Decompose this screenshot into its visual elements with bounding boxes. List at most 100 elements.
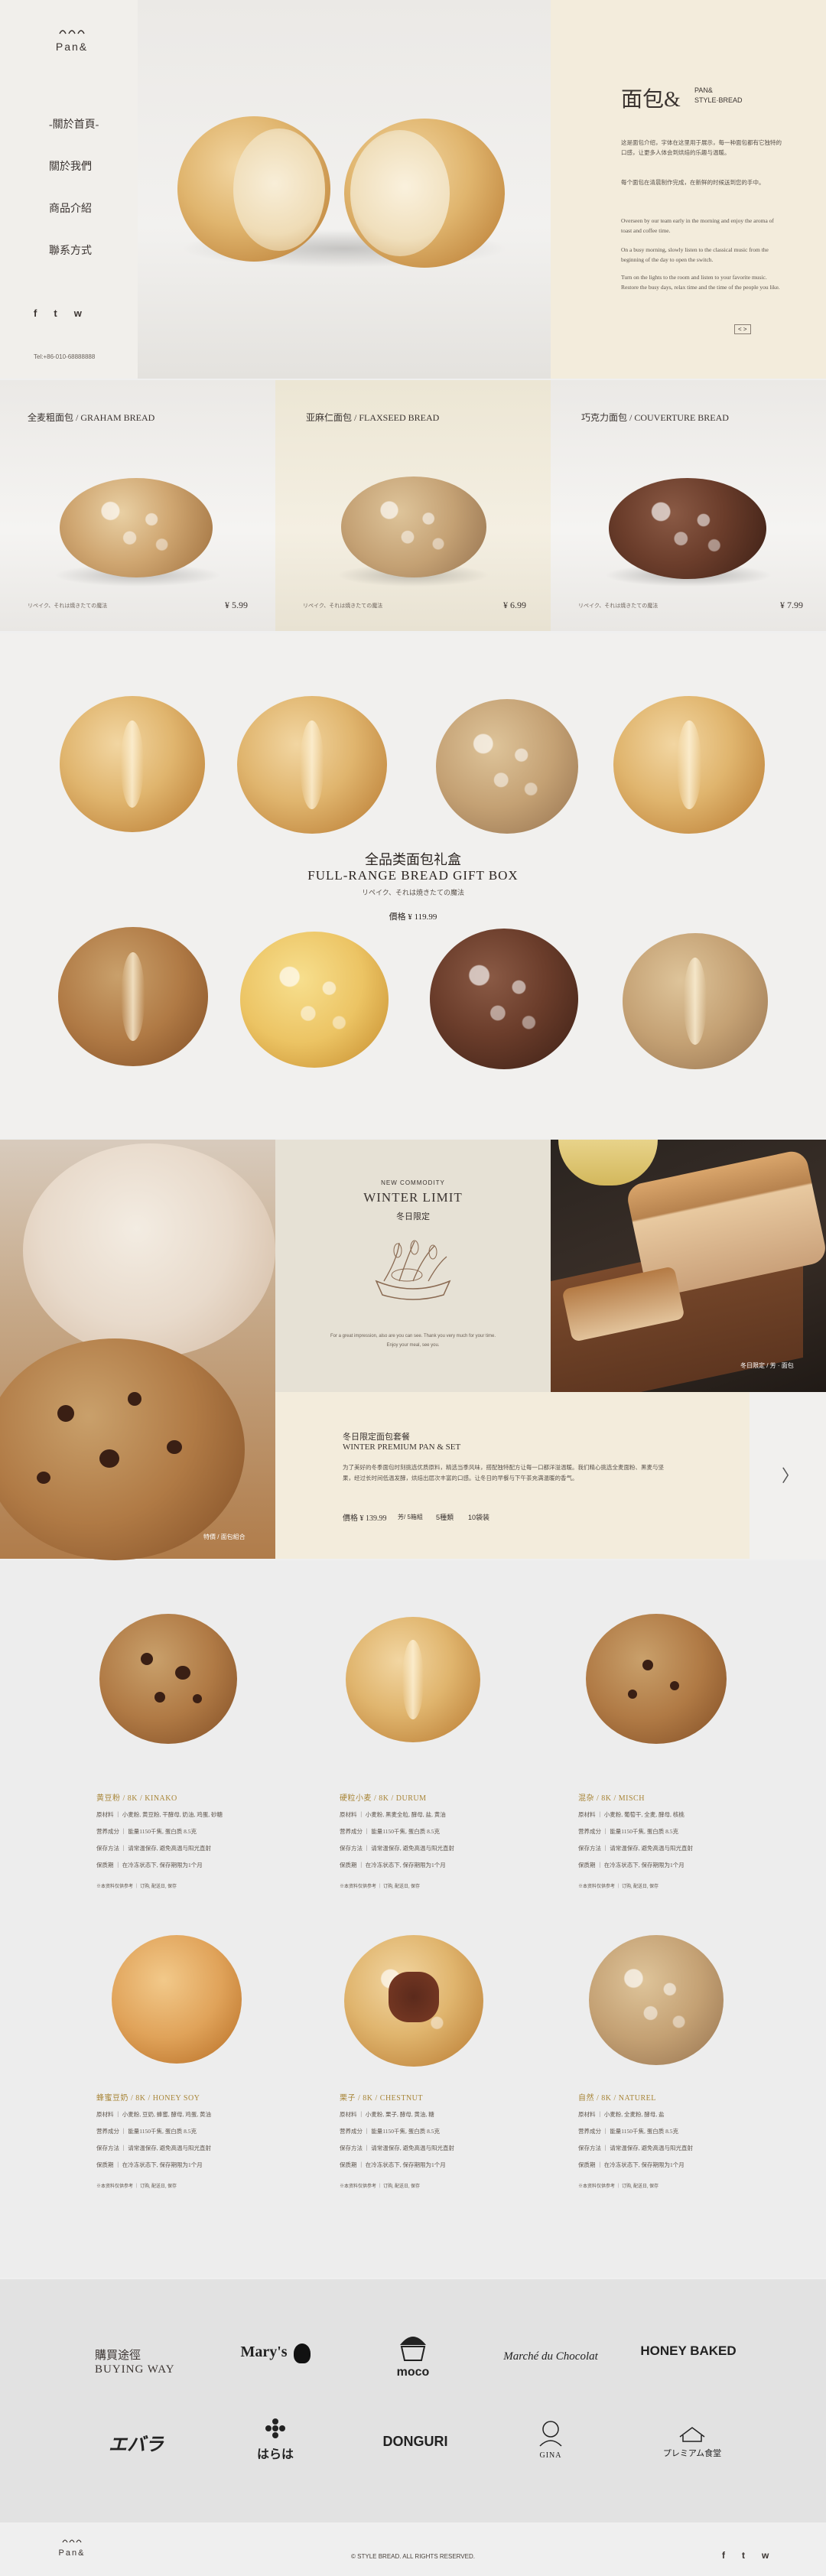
hero-subtitle-2: STYLE·BREAD — [694, 96, 743, 104]
nav-contact[interactable]: 聯系方式 — [49, 242, 92, 258]
brand-marys-label: Mary's — [240, 2343, 288, 2360]
spec-row: 保存方法 ｜ 请常温保存, 避免高温与阳光直射 — [578, 2145, 693, 2152]
giftbox-bread-6 — [240, 932, 389, 1068]
brand-ebara[interactable]: エバラ — [90, 2429, 182, 2456]
spec-row: 保质期 ｜ 在冷冻状态下, 保存期限为1个月 — [96, 1862, 203, 1869]
chevron-right-icon[interactable]: 〉 — [782, 1462, 798, 1487]
winter-set-panel: 冬日限定面包套餐 WINTER PREMIUM PAN & SET 为了美好的冬… — [275, 1392, 750, 1559]
brand-gina-label: GINA — [539, 2451, 562, 2460]
catalog-card-durum[interactable]: 硬粒小麦 / 8K / DURUM 原材料 ｜ 小麦粉, 黑麦全粒, 酵母, 盐… — [321, 1614, 520, 1904]
brand-donguri-label: DONGURI — [382, 2434, 448, 2449]
brand-ebara-label: エバラ — [109, 2435, 164, 2455]
winter-center-panel: NEW COMMODITY WINTER LIMIT 冬日限定 For a gr… — [275, 1140, 551, 1392]
winter-set-price: 價格 ¥ 139.99 — [343, 1514, 387, 1523]
brand-premium-shokudo[interactable]: プレミアム食堂 — [642, 2426, 742, 2459]
hero-title: 面包& — [621, 88, 681, 112]
sidebar: Pan& -關於首頁- 關於我們 商品介紹 聯系方式 f t w Tel:+86… — [0, 0, 138, 379]
product-card-couverture[interactable]: 巧克力面包 / COUVERTURE BREAD リペイク、それは焼きたての魔法… — [551, 380, 826, 631]
catalog-card-naturel[interactable]: 自然 / 8K / NATUREL 原材料 ｜ 小麦粉, 全麦粉, 酵母, 盐 … — [566, 1935, 765, 2226]
logo-text: Pan& — [55, 41, 89, 53]
winter-title: WINTER LIMIT — [363, 1190, 463, 1205]
product-name: 亚麻仁面包 / FLAXSEED BREAD — [306, 412, 440, 423]
catalog-footnote: ※本资料仅供参考 ｜ 订购, 配送日, 保存 — [340, 2184, 421, 2189]
brand-marys[interactable]: Mary's — [229, 2343, 321, 2364]
product-name: 全麦粗面包 / GRAHAM BREAD — [28, 412, 155, 423]
naturel-bread-image — [589, 1935, 724, 2065]
brand-moco-label: moco — [396, 2366, 430, 2379]
brand-donguri[interactable]: DONGURI — [366, 2434, 465, 2450]
flaxseed-bread-image — [341, 476, 486, 577]
winter-set-count-1: 芳/ 5箱組 — [398, 1514, 423, 1521]
brand-gina[interactable]: GINA — [520, 2417, 581, 2460]
giftbox-bread-2 — [237, 696, 387, 834]
brand-marche-du-chocolat[interactable]: Marché du Chocolat — [489, 2350, 612, 2363]
catalog-card-kinako[interactable]: 黄豆粉 / 8K / KINAKO 原材料 ｜ 小麦粉, 黄豆粉, 干酵母, 奶… — [76, 1614, 275, 1904]
spec-row: 保质期 ｜ 在冷冻状态下, 保存期限为1个月 — [96, 2161, 203, 2168]
catalog-footnote: ※本资料仅供参考 ｜ 订购, 配送日, 保存 — [340, 1885, 421, 1889]
brand-moco[interactable]: moco — [382, 2328, 444, 2379]
portrait-icon — [539, 2421, 562, 2447]
buying-way-title-cn: 購買途徑 — [95, 2350, 141, 2362]
giftbox-bread-1 — [60, 696, 205, 832]
hero-pager[interactable]: < > — [734, 324, 751, 334]
winter-set-title-en: WINTER PREMIUM PAN & SET — [343, 1442, 461, 1452]
brand-harapa[interactable]: はらは — [237, 2417, 314, 2462]
giftbox-price: 價格 ¥ 119.99 — [389, 912, 437, 922]
product-price: ¥ 5.99 — [225, 600, 248, 610]
product-price: ¥ 7.99 — [780, 600, 803, 610]
catalog-title: 黄豆粉 / 8K / KINAKO — [96, 1794, 177, 1803]
catalog-card-honey-soy[interactable]: 蜂蜜豆奶 / 8K / HONEY SOY 原材料 ｜ 小麦粉, 豆奶, 蜂蜜,… — [76, 1935, 275, 2226]
giftbox-bread-8 — [623, 933, 768, 1069]
kinako-bread-image — [99, 1614, 237, 1744]
nav-products[interactable]: 商品介紹 — [49, 200, 92, 216]
giftbox-bread-7 — [430, 929, 578, 1069]
winter-note-1: For a great impression, also are you can… — [330, 1334, 496, 1338]
winter-bread-back — [23, 1143, 275, 1358]
brand-marche-label: Marché du Chocolat — [503, 2350, 598, 2363]
facebook-icon[interactable]: f — [34, 307, 37, 319]
phone-number: Tel:+86-010-68888888 — [34, 353, 96, 360]
nav-home[interactable]: -關於首頁- — [49, 116, 99, 132]
giftbox-bread-4 — [613, 696, 765, 834]
facebook-icon[interactable]: f — [722, 2550, 725, 2561]
twitter-icon[interactable]: t — [742, 2550, 745, 2561]
catalog-title: 混杂 / 8K / MISCH — [578, 1794, 645, 1803]
product-name: 巧克力面包 / COUVERTURE BREAD — [581, 412, 729, 423]
giftbox-title-cn: 全品类面包礼盒 — [365, 852, 461, 867]
hero-paragraph-2: 每个面包在清晨制作完成，在新鲜的时候送到您的手中。 — [621, 179, 765, 186]
spec-row: 营养成分 ｜ 能量1150千焦, 蛋白质 8.5克 — [96, 2128, 197, 2135]
catalog-title: 蜂蜜豆奶 / 8K / HONEY SOY — [96, 2094, 200, 2103]
winter-next-button[interactable]: 〉 — [750, 1392, 826, 1559]
winter-right-caption: 冬日限定 / 芳 · 面包 — [740, 1362, 794, 1369]
spec-row: 保存方法 ｜ 请常温保存, 避免高温与阳光直射 — [340, 1845, 454, 1852]
catalog-card-chestnut[interactable]: 栗子 / 8K / CHESTNUT 原材料 ｜ 小麦粉, 栗子, 酵母, 黄油… — [321, 1935, 520, 2226]
wechat-icon[interactable]: w — [74, 307, 82, 319]
catalog-card-misch[interactable]: 混杂 / 8K / MISCH 原材料 ｜ 小麦粉, 葡萄干, 全麦, 酵母, … — [566, 1614, 765, 1904]
brand-harapa-label: はらは — [256, 2448, 294, 2461]
product-card-graham[interactable]: 全麦粗面包 / GRAHAM BREAD リペイク、それは焼きたての魔法 ¥ 5… — [0, 380, 275, 631]
logo[interactable]: Pan& — [49, 24, 95, 53]
catalog-footnote: ※本资料仅供参考 ｜ 订购, 配送日, 保存 — [96, 2184, 177, 2189]
winter-bread-front — [0, 1338, 245, 1560]
spec-row: 原材料 ｜ 小麦粉, 全麦粉, 酵母, 盐 — [578, 2111, 665, 2118]
brand-honey-baked[interactable]: HONEY BAKED — [635, 2343, 742, 2359]
steam-logo-icon — [59, 30, 85, 34]
hero-paragraph-5: Turn on the lights to the room and liste… — [621, 274, 780, 291]
nav-about[interactable]: 關於我們 — [49, 158, 92, 174]
misch-bread-image — [586, 1614, 727, 1744]
spec-row: 原材料 ｜ 小麦粉, 黑麦全粒, 酵母, 盐, 黄油 — [340, 1811, 446, 1818]
flower-icon — [265, 2418, 285, 2438]
product-card-flaxseed[interactable]: 亚麻仁面包 / FLAXSEED BREAD リペイク、それは焼きたての魔法 ¥… — [275, 380, 551, 631]
giftbox-subtitle: リペイク、それは焼きたての魔法 — [361, 889, 464, 896]
social-links: f t w — [34, 307, 110, 319]
hero-subtitle-1: PAN& — [694, 86, 713, 94]
winter-right-image: 冬日限定 / 芳 · 面包 — [551, 1140, 826, 1412]
footer-social: f t w — [722, 2550, 769, 2561]
hero-image — [138, 0, 551, 379]
hero-bread-left-crumb — [233, 128, 325, 251]
catalog-title: 自然 / 8K / NATUREL — [578, 2094, 656, 2103]
winter-title-cn: 冬日限定 — [396, 1212, 430, 1221]
spec-row: 营养成分 ｜ 能量1150千焦, 蛋白质 8.5克 — [96, 1828, 197, 1835]
wechat-icon[interactable]: w — [762, 2550, 769, 2561]
twitter-icon[interactable]: t — [54, 307, 57, 319]
